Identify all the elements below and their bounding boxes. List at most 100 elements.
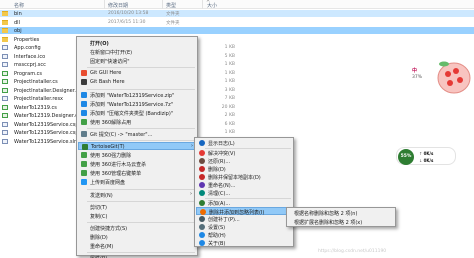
context-menu-item[interactable]: 属性(R) [78,254,196,258]
file-row[interactable]: dll 2017/6/15 11:30 文件夹 [0,19,474,26]
file-row[interactable]: WaterTo12319.Designer.cs 2 KB [0,112,474,119]
file-icon [2,45,8,50]
file-row[interactable]: ProjectInstaller.Designer.cs 3 KB [0,87,474,94]
ignore-menu-item[interactable]: 根据扩展名删除和忽略 2 项(x) [288,218,394,226]
tortoisegit-menu-item[interactable]: 显示日志(L) [196,139,292,147]
context-menu-item[interactable]: Git 提交(C) -> "master"... [78,130,196,138]
file-size: 5 KB [224,53,235,59]
file-row[interactable]: ProjectInstaller.cs 1 KB [0,78,474,85]
column-resize-handle[interactable] [162,0,163,9]
csharp-file-icon [2,70,8,76]
file-icon [2,62,8,67]
file-name: WaterTo12319Service.sln [14,138,78,145]
file-size: 1 KB [224,62,235,67]
context-menu-item[interactable]: 使用 360进行木马云查杀 [78,160,196,168]
git-bash-icon [81,79,87,86]
cloud-icon [81,179,87,186]
tortoisegit-menu-item[interactable]: 创建补丁(P)... [196,215,292,223]
csharp-file-icon [2,113,8,118]
file-row[interactable]: ProjectInstaller.resx 7 KB [0,95,474,102]
menu-item-label: 添加到 "WaterTo12319Service.7z" [90,101,174,108]
context-menu-item[interactable]: 使用 360解除占用 [78,118,196,126]
file-name: Interface.ico [14,53,46,60]
tortoisegit-menu-item[interactable]: 删除并添加到忽略列表(I)› [196,207,292,216]
context-menu-item[interactable]: TortoiseGit(T) › [78,142,196,150]
tortoisegit-menu-item[interactable]: 添加(A)... [196,199,292,207]
file-row[interactable]: Program.cs 1 KB [0,70,474,77]
file-row[interactable]: obj [0,27,474,34]
file-name: App.config [14,45,41,51]
menu-separator [87,221,195,223]
collapse-icon[interactable]: ^ [206,0,210,6]
context-menu-item[interactable]: Git GUI Here [78,69,196,77]
file-row[interactable]: WaterTo12319Service.csp 1 KB [0,129,474,136]
context-menu-item[interactable]: 剪切(T) [78,203,196,211]
folder-icon [2,28,8,33]
file-icon [2,121,8,127]
context-menu-item[interactable]: 添加到 "压缩文件夹类型 (Bandizip)" [78,109,196,117]
context-menu-item[interactable]: Git Bash Here [78,78,196,86]
context-menu-item[interactable]: 固定到"快速访问" [78,57,196,65]
tortoisegit-menu-item[interactable]: 解决冲突(V) [196,149,292,157]
file-row[interactable]: WaterTo12319.cs 20 KB [0,104,474,111]
menu-item-label: 固定到"快速访问" [90,59,130,66]
tortoisegit-menu-item[interactable]: 设置(S) [196,223,292,231]
context-menu-item[interactable]: 创建快捷方式(S) [78,224,196,232]
file-row[interactable]: WaterTo12319Service.csp 6 KB [0,121,474,128]
net-usage-circle: 55% [398,149,414,165]
menu-item-label: 根据扩展名删除和忽略 2 项(x) [294,220,363,226]
file-type: 文件夹 [166,12,180,17]
context-menu-item[interactable]: 发送到(N) › [78,191,196,199]
context-menu-item[interactable]: 使用 360强力删除 [78,151,196,159]
menu-separator [87,127,195,129]
context-menu-item[interactable]: 打开(O) [78,39,196,47]
tortoisegit-menu-item[interactable]: 删除并保留本地副本(D) [196,173,292,181]
tortoisegit-menu-item[interactable]: 重命名(N)... [196,181,292,189]
context-menu-item[interactable]: 删除(D) [78,233,196,241]
help-icon [199,232,205,238]
file-row[interactable]: Properties [0,36,474,43]
file-icon [2,138,8,144]
file-size: 6 KB [224,121,235,127]
file-row[interactable]: Interface.ico 5 KB [0,53,474,60]
menu-item-label: 在新窗口中打开(E) [90,50,133,57]
column-name-header[interactable]: 名称 [14,2,24,9]
peach-pet-icon[interactable] [430,56,472,96]
network-speed-widget[interactable]: 55% ↑ 0K/s ↓ 0K/s [396,147,456,165]
context-menu-item[interactable]: 重命名(M) [78,242,196,250]
ignore-menu-item[interactable]: 根据名称删除和忽略 2 项(n) [288,209,394,217]
file-name: WaterTo12319.cs [14,104,57,111]
menu-item-label: 还原(R)... [208,159,231,165]
tortoisegit-menu-item[interactable]: 清理(C)... [196,189,292,197]
tortoisegit-menu-item[interactable]: 还原(R)... [196,157,292,165]
column-type-header[interactable]: 类型 [166,2,176,9]
file-name: mssccprj.scc [14,62,46,68]
column-date-header[interactable]: 修改日期 [108,2,128,9]
file-row[interactable]: App.config 1 KB [0,44,474,51]
context-menu-item[interactable]: 添加到 "WaterTo12319Service.7z" [78,100,196,108]
context-menu-item[interactable]: 添加到 "WaterTo12319Service.zip" [78,91,196,99]
file-row[interactable]: mssccprj.scc 1 KB [0,61,474,68]
context-menu-item[interactable]: 上传到百度网盘 [78,178,196,186]
file-icon [2,96,8,101]
archive-icon [81,109,87,116]
revert-icon [199,158,205,164]
tortoisegit-menu-item[interactable]: 帮助(H) [196,231,292,239]
ime-bubble-text: 中 [412,68,418,74]
resolve-icon [199,150,205,156]
menu-separator [87,88,195,90]
menu-item-label: 根据名称删除和忽略 2 项(n) [294,211,358,217]
csharp-file-icon [2,104,8,110]
context-menu-item[interactable]: 使用 360管理右键菜单 [78,169,196,177]
column-resize-handle[interactable] [202,0,203,9]
context-menu-item[interactable]: 复制(C) [78,212,196,220]
menu-item-label: 创建补丁(P)... [208,217,240,223]
file-name: Properties [14,36,40,43]
file-size: 1 KB [224,45,235,50]
tortoisegit-menu-item[interactable]: 删除(D) [196,165,292,173]
file-row[interactable]: bin 2016/10/20 13:58 文件夹 [0,10,474,17]
tortoisegit-menu-item[interactable]: 关于(B) [196,239,292,247]
column-resize-handle[interactable] [104,0,105,9]
context-menu-item[interactable]: 在新窗口中打开(E) [78,48,196,56]
menu-item-label: 使用 360解除占用 [90,119,132,126]
